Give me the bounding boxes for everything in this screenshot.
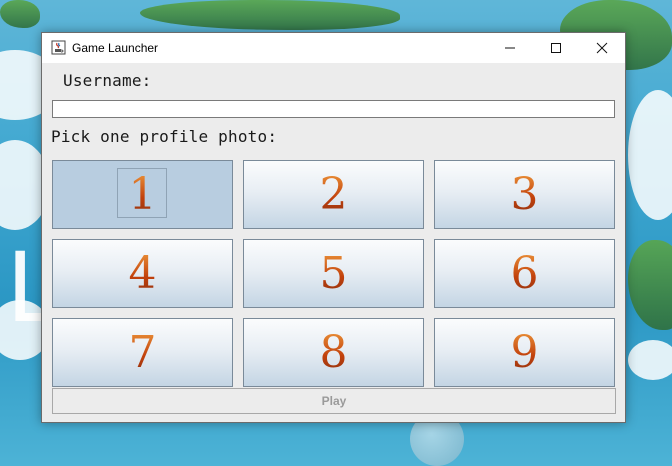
profile-photo-6-button[interactable]: 6 bbox=[434, 239, 615, 308]
profile-photo-number: 6 bbox=[435, 246, 614, 302]
wallpaper-island bbox=[0, 0, 40, 28]
profile-photo-7-button[interactable]: 7 bbox=[52, 318, 233, 387]
wallpaper-cloud bbox=[628, 340, 672, 380]
profile-photo-number: 2 bbox=[244, 167, 423, 223]
profile-photo-8-button[interactable]: 8 bbox=[243, 318, 424, 387]
profile-photo-number: 9 bbox=[435, 325, 614, 381]
profile-photo-number: 7 bbox=[53, 325, 232, 381]
profile-photo-number: 5 bbox=[244, 246, 423, 302]
profile-photo-9-button[interactable]: 9 bbox=[434, 318, 615, 387]
profile-photo-5-button[interactable]: 5 bbox=[243, 239, 424, 308]
title-bar[interactable]: Game Launcher bbox=[42, 33, 625, 63]
profile-photo-3-button[interactable]: 3 bbox=[434, 160, 615, 229]
profile-photo-1-button[interactable]: 1 bbox=[52, 160, 233, 229]
close-button[interactable] bbox=[580, 33, 626, 63]
profile-photo-number: 8 bbox=[244, 325, 423, 381]
game-launcher-window: Game Launcher Username: Pick one profile… bbox=[41, 32, 626, 423]
profile-photo-number: 1 bbox=[53, 167, 232, 223]
java-cup-icon bbox=[51, 40, 66, 55]
wallpaper-cloud bbox=[628, 90, 672, 220]
username-input[interactable] bbox=[52, 100, 615, 118]
window-title: Game Launcher bbox=[72, 41, 159, 55]
username-label: Username: bbox=[63, 71, 152, 90]
maximize-button[interactable] bbox=[534, 33, 580, 63]
wallpaper-island bbox=[628, 240, 672, 330]
profile-photo-4-button[interactable]: 4 bbox=[52, 239, 233, 308]
wallpaper-island bbox=[140, 0, 400, 30]
profile-photo-number: 3 bbox=[435, 167, 614, 223]
play-button[interactable]: Play bbox=[52, 388, 616, 414]
profile-photo-label: Pick one profile photo: bbox=[51, 127, 278, 146]
profile-photo-number: 4 bbox=[53, 246, 232, 302]
profile-photo-2-button[interactable]: 2 bbox=[243, 160, 424, 229]
minimize-button[interactable] bbox=[488, 33, 534, 63]
profile-photo-grid: 1 2 3 4 5 6 7 8 9 bbox=[52, 160, 616, 388]
